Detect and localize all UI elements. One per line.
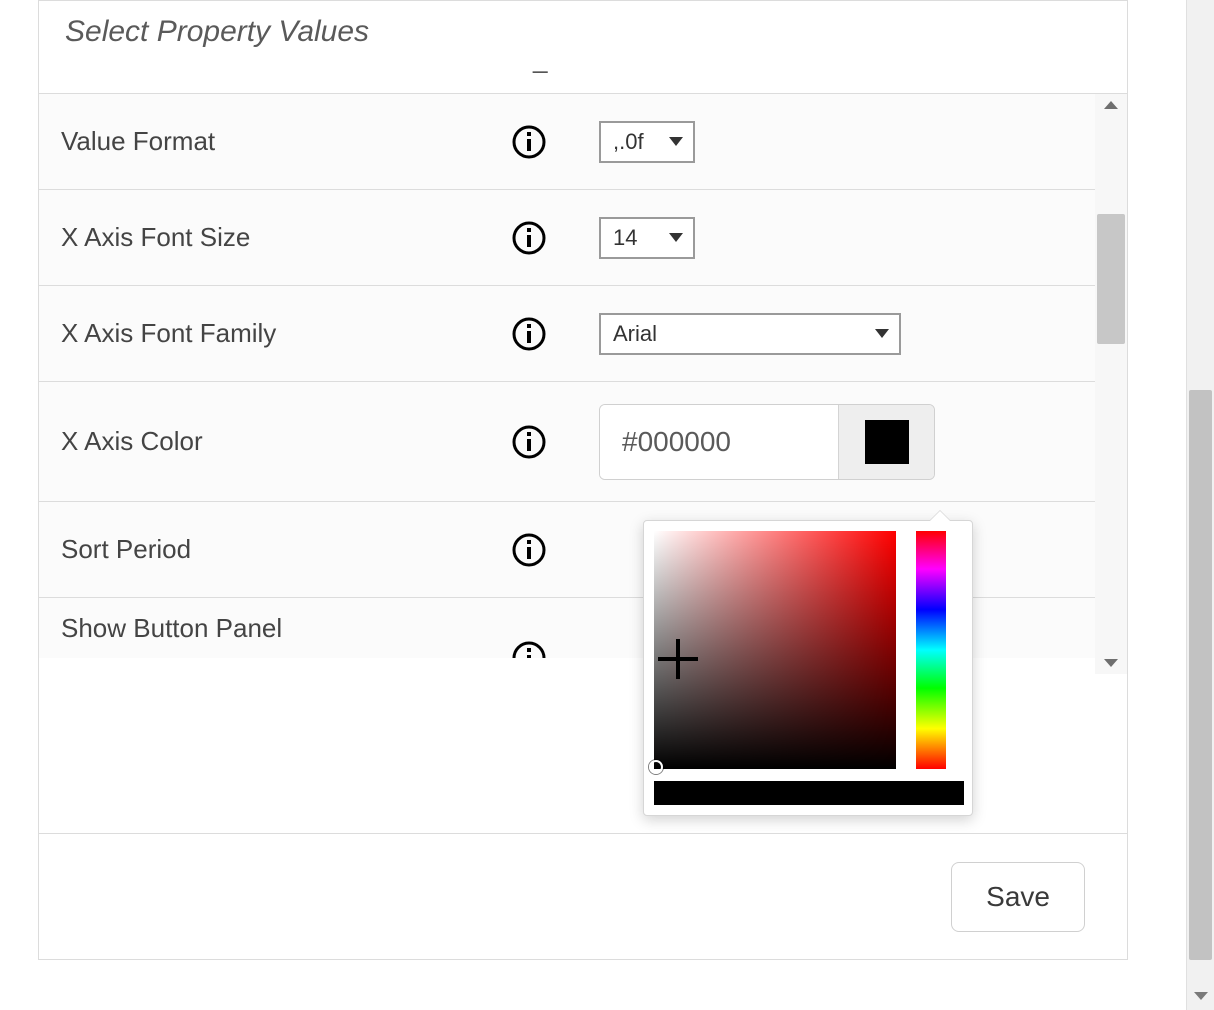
- info-icon[interactable]: [499, 640, 559, 658]
- color-hue-slider[interactable]: [916, 531, 946, 769]
- scroll-down-icon[interactable]: [1095, 652, 1127, 674]
- control-x-axis-font-family: Arial: [559, 313, 1075, 355]
- inner-scroll-thumb[interactable]: [1097, 214, 1125, 344]
- select-x-axis-font-size-value: 14: [613, 225, 637, 251]
- panel-footer: Save: [39, 833, 1127, 959]
- section-title-text: Select Property Values: [65, 15, 369, 48]
- select-x-axis-font-family[interactable]: Arial: [599, 313, 901, 355]
- save-button[interactable]: Save: [951, 862, 1085, 932]
- section-collapse-icon[interactable]: _: [533, 44, 547, 75]
- row-value-format: Value Format ,.0f: [39, 94, 1095, 190]
- label-sort-period: Sort Period: [59, 534, 499, 565]
- chevron-down-icon: [669, 137, 683, 146]
- color-crosshair-icon: [658, 639, 698, 679]
- color-selected-ring-icon: [649, 760, 663, 774]
- info-icon[interactable]: [499, 124, 559, 160]
- chevron-down-icon: [669, 233, 683, 242]
- select-x-axis-font-size[interactable]: 14: [599, 217, 695, 259]
- section-header: Select Property Values _: [39, 0, 1127, 94]
- label-x-axis-font-family: X Axis Font Family: [59, 318, 499, 349]
- page-scroll-down-icon[interactable]: [1187, 982, 1214, 1010]
- control-x-axis-font-size: 14: [559, 217, 1075, 259]
- select-value-format-value: ,.0f: [613, 129, 644, 155]
- page-scroll-thumb[interactable]: [1189, 390, 1212, 960]
- color-sv-area[interactable]: [654, 531, 896, 769]
- control-value-format: ,.0f: [559, 121, 1075, 163]
- select-x-axis-font-family-value: Arial: [613, 321, 657, 347]
- row-x-axis-color: X Axis Color #000000: [39, 382, 1095, 502]
- color-input-x-axis: #000000: [599, 404, 935, 480]
- scroll-up-icon[interactable]: [1095, 94, 1127, 116]
- row-x-axis-font-family: X Axis Font Family Arial: [39, 286, 1095, 382]
- select-value-format[interactable]: ,.0f: [599, 121, 695, 163]
- label-x-axis-font-size: X Axis Font Size: [59, 222, 499, 253]
- color-preview-bar: [654, 781, 964, 805]
- label-value-format: Value Format: [59, 126, 499, 157]
- info-icon[interactable]: [499, 532, 559, 568]
- color-swatch: [865, 420, 909, 464]
- inner-scrollbar[interactable]: [1095, 94, 1127, 674]
- color-picker-popover: [643, 520, 973, 816]
- properties-card: Select Property Values _ Value Format ,.…: [38, 0, 1128, 960]
- row-x-axis-font-size: X Axis Font Size 14: [39, 190, 1095, 286]
- page-scrollbar[interactable]: [1186, 0, 1214, 1010]
- info-icon[interactable]: [499, 424, 559, 460]
- color-hex-input[interactable]: #000000: [600, 405, 838, 479]
- popover-pointer-icon: [930, 511, 950, 521]
- chevron-down-icon: [875, 329, 889, 338]
- info-icon[interactable]: [499, 220, 559, 256]
- info-icon[interactable]: [499, 316, 559, 352]
- label-x-axis-color: X Axis Color: [59, 426, 499, 457]
- label-show-button-panel: Show Button Panel: [59, 613, 499, 644]
- control-x-axis-color: #000000: [559, 404, 1075, 480]
- color-swatch-button[interactable]: [838, 405, 934, 479]
